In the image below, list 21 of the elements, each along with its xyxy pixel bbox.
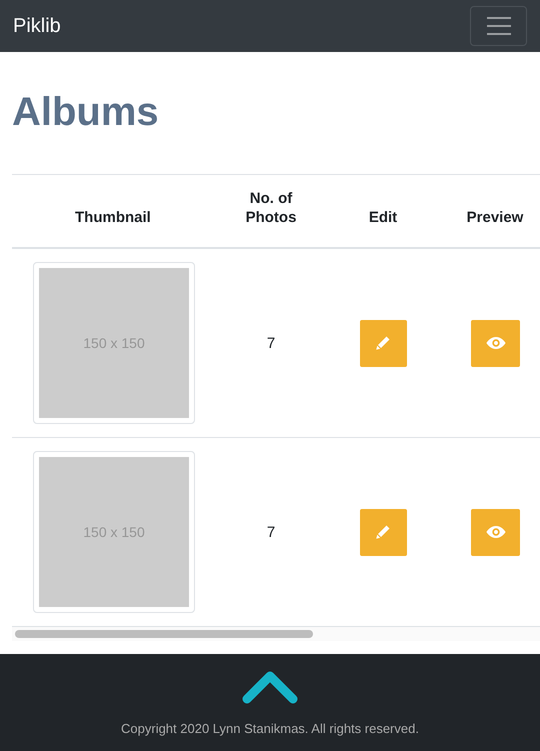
scroll-up-icon[interactable] bbox=[242, 670, 298, 704]
column-header: No. of Photos bbox=[244, 189, 298, 227]
column-header: Preview bbox=[466, 208, 524, 227]
page-heading: Albums bbox=[12, 89, 159, 136]
copyright-text: Copyright 2020 Lynn Stanikmas. All rights reserved. bbox=[121, 721, 419, 736]
pencil-icon bbox=[375, 335, 391, 351]
scrollbar-thumb[interactable] bbox=[15, 630, 313, 638]
photo-count: 7 bbox=[266, 334, 276, 352]
menu-button[interactable] bbox=[470, 6, 527, 46]
pencil-icon bbox=[375, 524, 391, 540]
photo-count: 7 bbox=[266, 524, 276, 540]
preview-button[interactable] bbox=[471, 508, 520, 556]
eye-icon bbox=[486, 336, 506, 350]
column-header: Thumbnail bbox=[75, 208, 151, 227]
column-header: Edit bbox=[368, 208, 398, 227]
menu-icon bbox=[486, 16, 512, 36]
preview-button[interactable] bbox=[471, 320, 520, 366]
edit-button[interactable] bbox=[360, 320, 406, 366]
eye-icon bbox=[486, 525, 506, 539]
edit-button[interactable] bbox=[360, 508, 406, 556]
brand-name[interactable]: Piklib bbox=[13, 14, 61, 38]
